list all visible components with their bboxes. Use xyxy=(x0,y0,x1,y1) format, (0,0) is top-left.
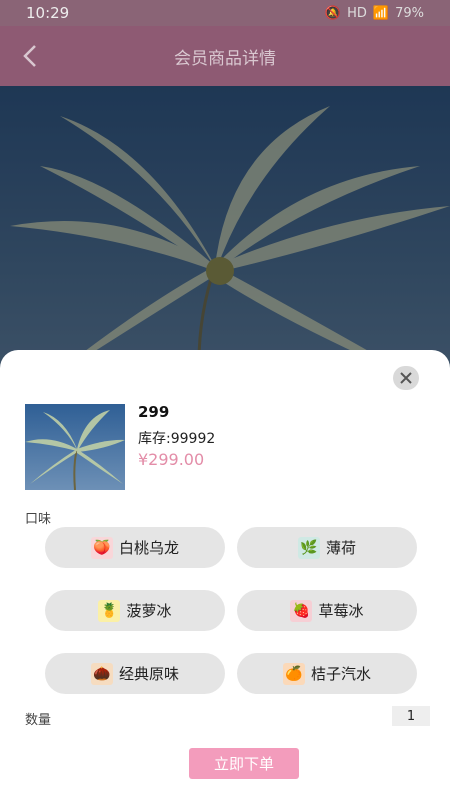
mute-icon: 🔕 xyxy=(324,5,342,21)
palm-thumbnail-image xyxy=(25,410,125,490)
product-thumbnail xyxy=(25,404,125,490)
order-now-button[interactable]: 立即下单 xyxy=(189,748,299,779)
flavor-option-strawberry-ice[interactable]: 🍓 草莓冰 xyxy=(237,590,417,631)
classic-icon: 🌰 xyxy=(90,662,113,685)
product-name: 299 xyxy=(138,403,170,421)
close-button[interactable] xyxy=(393,366,419,390)
flavor-option-label: 薄荷 xyxy=(325,539,356,557)
quantity-label: 数量 xyxy=(25,713,52,728)
quantity-input[interactable]: 1 xyxy=(392,706,430,726)
mint-icon: 🌿 xyxy=(297,536,320,559)
flavor-option-white-peach-oolong[interactable]: 🍑 白桃乌龙 xyxy=(45,527,225,568)
flavor-option-label: 白桃乌龙 xyxy=(118,539,179,557)
flavor-option-pineapple-ice[interactable]: 🍍 菠萝冰 xyxy=(45,590,225,631)
flavor-option-label: 菠萝冰 xyxy=(126,602,172,620)
flavor-option-label: 经典原味 xyxy=(118,665,179,683)
strawberry-icon: 🍓 xyxy=(290,599,313,622)
product-price: ¥299.00 xyxy=(138,450,205,469)
flavor-option-label: 桔子汽水 xyxy=(310,665,371,683)
flavor-label: 口味 xyxy=(25,512,52,527)
wifi-icon: 📶 xyxy=(372,5,390,21)
page-title: 会员商品详情 xyxy=(174,48,276,69)
close-icon xyxy=(400,372,412,384)
flavor-option-classic[interactable]: 🌰 经典原味 xyxy=(45,653,225,694)
sku-selection-sheet: 299 库存:99992 ¥299.00 口味 🍑 白桃乌龙 🌿 薄荷 🍍 菠萝… xyxy=(0,350,450,800)
chevron-left-icon xyxy=(23,45,36,67)
hd-indicator: HD xyxy=(347,5,367,21)
flavor-option-orange-soda[interactable]: 🍊 桔子汽水 xyxy=(237,653,417,694)
flavor-option-label: 草莓冰 xyxy=(318,602,364,620)
status-bar: 10:29 🔕 HD 📶 79% xyxy=(0,0,450,26)
back-button[interactable] xyxy=(16,40,44,72)
pineapple-icon: 🍍 xyxy=(98,599,121,622)
top-navbar: 会员商品详情 xyxy=(0,26,450,86)
status-indicators: 🔕 HD 📶 79% xyxy=(325,6,424,21)
app-screen: 10:29 🔕 HD 📶 79% 会员商品详情 299 库存:99992 ¥29… xyxy=(0,0,450,800)
product-stock: 库存:99992 xyxy=(138,431,216,447)
orange-icon: 🍊 xyxy=(282,662,305,685)
peach-icon: 🍑 xyxy=(90,536,113,559)
status-time: 10:29 xyxy=(26,4,70,22)
flavor-option-mint[interactable]: 🌿 薄荷 xyxy=(237,527,417,568)
battery-level: 79% xyxy=(395,5,424,21)
